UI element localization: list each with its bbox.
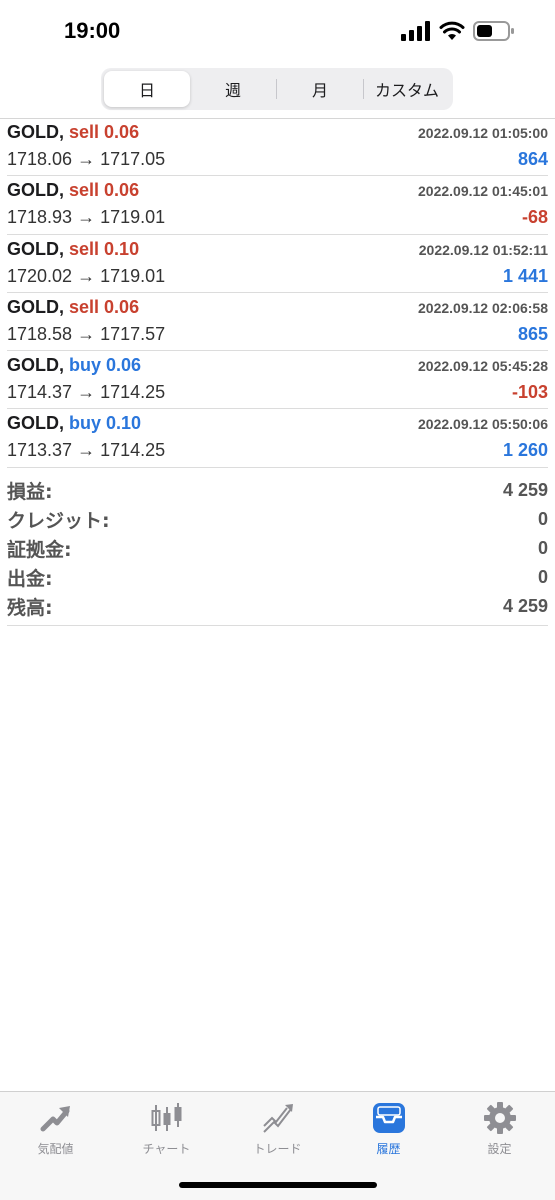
battery-icon <box>473 20 515 47</box>
trade-history-list: GOLD, sell 0.06 2022.09.12 01:05:00 1718… <box>0 118 555 468</box>
trade-side: buy 0.06 <box>69 355 142 376</box>
tab-label: チャート <box>142 1142 191 1156</box>
trade-row[interactable]: GOLD, buy 0.06 2022.09.12 05:45:28 1714.… <box>7 351 548 410</box>
trade-symbol: GOLD, <box>7 238 64 259</box>
status-bar: 19:00 <box>0 0 555 66</box>
summary-deposit-row: 証拠金: 0 <box>7 534 548 563</box>
summary-label: 証拠金: <box>7 539 72 561</box>
trade-trend-icon <box>260 1100 296 1136</box>
trade-symbol: GOLD, <box>7 355 64 376</box>
summary-value: 0 <box>537 509 548 529</box>
history-summary: 損益: 4 259 クレジット: 0 証拠金: 0 出金: 0 残高: 4 25… <box>7 476 548 626</box>
tab-label: 気配値 <box>37 1142 74 1156</box>
summary-label: 残高: <box>7 597 53 619</box>
trade-time: 2022.09.12 05:50:06 <box>418 416 548 433</box>
summary-profit-row: 損益: 4 259 <box>7 476 548 505</box>
trade-time: 2022.09.12 01:45:01 <box>418 183 548 200</box>
trade-symbol: GOLD, <box>7 180 64 201</box>
candlestick-chart-icon <box>149 1100 185 1136</box>
summary-balance-row: 残高: 4 259 <box>7 592 548 621</box>
trade-side: sell 0.06 <box>69 122 140 142</box>
trade-prices: 1713.37 → 1714.25 <box>7 440 166 461</box>
tab-settings[interactable]: 設定 <box>444 1100 555 1160</box>
trade-profit: 865 <box>517 323 548 344</box>
trade-row[interactable]: GOLD, sell 0.06 2022.09.12 01:05:00 1718… <box>7 118 548 177</box>
tab-label: 設定 <box>487 1142 512 1156</box>
signal-icon <box>401 21 431 46</box>
period-segmented-control: 日 週 月 カスタム <box>101 68 453 110</box>
trade-profit: 864 <box>517 149 548 169</box>
gear-icon <box>482 1100 518 1136</box>
segment-day[interactable]: 日 <box>104 71 190 107</box>
trade-side: sell 0.10 <box>69 238 140 259</box>
summary-label: 損益: <box>7 481 53 503</box>
trade-side: buy 0.10 <box>69 413 142 434</box>
trade-symbol: GOLD, <box>7 413 64 434</box>
segment-week[interactable]: 週 <box>190 71 276 107</box>
trade-prices: 1720.02 → 1719.01 <box>7 265 166 286</box>
trade-row[interactable]: GOLD, buy 0.10 2022.09.12 05:50:06 1713.… <box>7 409 548 468</box>
trade-profit: -103 <box>511 382 548 403</box>
trade-side: sell 0.06 <box>69 296 140 317</box>
tab-label: 履歴 <box>376 1142 401 1156</box>
wifi-icon <box>439 21 465 46</box>
trade-profit: 1 441 <box>502 265 548 286</box>
quotes-arrow-icon <box>38 1100 74 1136</box>
trade-symbol: GOLD, <box>7 296 64 317</box>
tab-chart[interactable]: チャート <box>111 1100 222 1160</box>
summary-credit-row: クレジット: 0 <box>7 505 548 534</box>
trade-time: 2022.09.12 02:06:58 <box>418 299 548 316</box>
trade-side: sell 0.06 <box>69 180 140 201</box>
summary-value: 4 259 <box>502 480 548 500</box>
summary-withdrawal-row: 出金: 0 <box>7 563 548 592</box>
trade-prices: 1718.06 → 1717.05 <box>7 149 166 169</box>
trade-profit: 1 260 <box>502 440 548 461</box>
summary-label: 出金: <box>7 568 53 590</box>
tab-label: トレード <box>253 1142 302 1156</box>
status-time: 19:00 <box>64 18 121 43</box>
tab-trade[interactable]: トレード <box>222 1100 333 1160</box>
trade-time: 2022.09.12 01:52:11 <box>418 241 548 258</box>
tab-quotes[interactable]: 気配値 <box>0 1100 111 1160</box>
trade-prices: 1714.37 → 1714.25 <box>7 382 166 403</box>
trade-profit: -68 <box>521 207 548 228</box>
trade-time: 2022.09.12 01:05:00 <box>418 125 548 141</box>
trade-row[interactable]: GOLD, sell 0.06 2022.09.12 01:45:01 1718… <box>7 176 548 235</box>
summary-value: 0 <box>537 567 548 587</box>
segment-month[interactable]: 月 <box>277 71 363 107</box>
trade-row[interactable]: GOLD, sell 0.06 2022.09.12 02:06:58 1718… <box>7 293 548 352</box>
history-inbox-icon <box>371 1100 407 1136</box>
status-icons <box>401 20 515 47</box>
trade-prices: 1718.58 → 1717.57 <box>7 323 166 344</box>
home-indicator[interactable] <box>179 1182 377 1188</box>
trade-row[interactable]: GOLD, sell 0.10 2022.09.12 01:52:11 1720… <box>7 235 548 293</box>
summary-value: 0 <box>537 538 548 558</box>
summary-label: クレジット: <box>7 510 110 532</box>
summary-value: 4 259 <box>502 596 548 616</box>
segment-custom[interactable]: カスタム <box>364 71 450 107</box>
trade-time: 2022.09.12 05:45:28 <box>418 358 548 375</box>
trade-symbol: GOLD, <box>7 122 64 142</box>
tab-history[interactable]: 履歴 <box>333 1100 444 1160</box>
trade-prices: 1718.93 → 1719.01 <box>7 207 166 228</box>
